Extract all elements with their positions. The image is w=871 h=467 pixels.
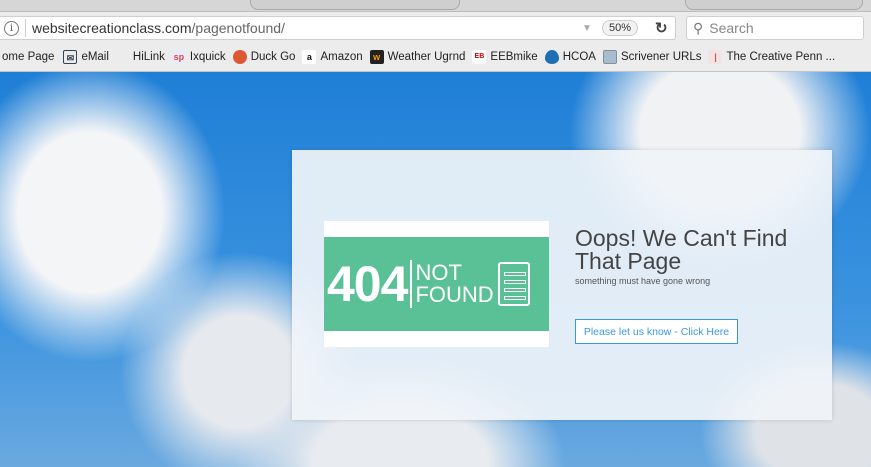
- bookmark-label: Scrivener URLs: [620, 50, 702, 63]
- zoom-level-button[interactable]: 50%: [602, 20, 639, 36]
- bookmark-label: eMail: [81, 50, 109, 63]
- error-card: 404 NOT FOUND Oops! We Can't Find That Pa…: [292, 150, 832, 420]
- bookmark-label: Duck Go: [250, 50, 296, 63]
- eebmike-icon: EB: [472, 49, 487, 64]
- search-input[interactable]: ⚲ Search: [686, 16, 864, 40]
- document-icon: [497, 262, 530, 306]
- bookmark-folder-scrivener[interactable]: Scrivener URLs: [602, 49, 702, 64]
- image-404-text: 404: [327, 256, 408, 312]
- search-icon: ⚲: [693, 19, 704, 36]
- nav-bar: i websitecreationclass.com/pagenotfound/…: [0, 12, 871, 42]
- bookmark-label: EEBmike: [490, 50, 538, 63]
- creative-penn-icon: |: [708, 49, 723, 64]
- tab-strip: [0, 0, 871, 12]
- report-button[interactable]: Please let us know - Click Here: [575, 319, 738, 344]
- bookmark-label: The Creative Penn ...: [726, 50, 836, 63]
- bookmark-label: Amazon: [320, 50, 363, 63]
- bookmark-amazon[interactable]: a Amazon: [302, 49, 363, 64]
- tab[interactable]: [685, 0, 863, 10]
- not-found-banner: 404 NOT FOUND: [324, 237, 549, 331]
- duckduckgo-icon: [232, 49, 247, 64]
- bookmark-duckduckgo[interactable]: Duck Go: [232, 49, 296, 64]
- bookmark-label: HiLink: [132, 50, 165, 63]
- bookmark-label: Weather Ugrnd: [387, 50, 466, 63]
- weather-underground-icon: w: [369, 49, 384, 64]
- folder-icon: [602, 49, 617, 64]
- search-placeholder: Search: [709, 20, 754, 36]
- dropdown-arrow-icon[interactable]: ▼: [582, 23, 592, 34]
- email-icon: ✉: [63, 49, 78, 64]
- url-path: /pagenotfound/: [191, 20, 285, 36]
- ixquick-icon: sp: [171, 49, 186, 64]
- page-background: 404 NOT FOUND Oops! We Can't Find That Pa…: [0, 72, 871, 467]
- reload-icon[interactable]: ↻: [655, 19, 668, 37]
- bookmark-hcoa[interactable]: HCOA: [544, 49, 596, 64]
- image-found: FOUND: [415, 282, 494, 307]
- info-icon[interactable]: i: [4, 20, 19, 36]
- bookmark-creative-penn[interactable]: | The Creative Penn ...: [708, 49, 836, 64]
- divider: [410, 260, 413, 308]
- url-bar[interactable]: i websitecreationclass.com/pagenotfound/…: [0, 16, 676, 40]
- bookmark-label: Ixquick: [189, 50, 226, 63]
- bookmark-home-page[interactable]: ome Page: [2, 51, 54, 63]
- bookmark-eebmike[interactable]: EB EEBmike: [472, 49, 538, 64]
- amazon-icon: a: [302, 49, 317, 64]
- divider: [25, 19, 26, 37]
- tab[interactable]: [250, 0, 460, 10]
- drupal-icon: [544, 49, 559, 64]
- bookmark-label: ome Page: [2, 50, 55, 63]
- bookmark-weather-underground[interactable]: w Weather Ugrnd: [369, 49, 466, 64]
- bookmarks-bar: ome Page ✉ eMail HiLink sp Ixquick Duck Go…: [0, 42, 871, 72]
- url-text[interactable]: websitecreationclass.com/pagenotfound/: [32, 20, 285, 36]
- bookmark-ixquick[interactable]: sp Ixquick: [171, 49, 226, 64]
- bookmark-hilink[interactable]: HiLink: [133, 51, 165, 63]
- not-found-image: 404 NOT FOUND: [324, 221, 549, 347]
- bookmark-email[interactable]: ✉ eMail: [63, 49, 109, 64]
- image-not-found-text: NOT FOUND: [415, 262, 493, 306]
- url-domain: websitecreationclass.com: [32, 20, 192, 36]
- bookmark-label: HCOA: [562, 50, 596, 63]
- page-title: Oops! We Can't Find That Page: [575, 225, 788, 274]
- page-subtitle: something must have gone wrong: [575, 276, 711, 286]
